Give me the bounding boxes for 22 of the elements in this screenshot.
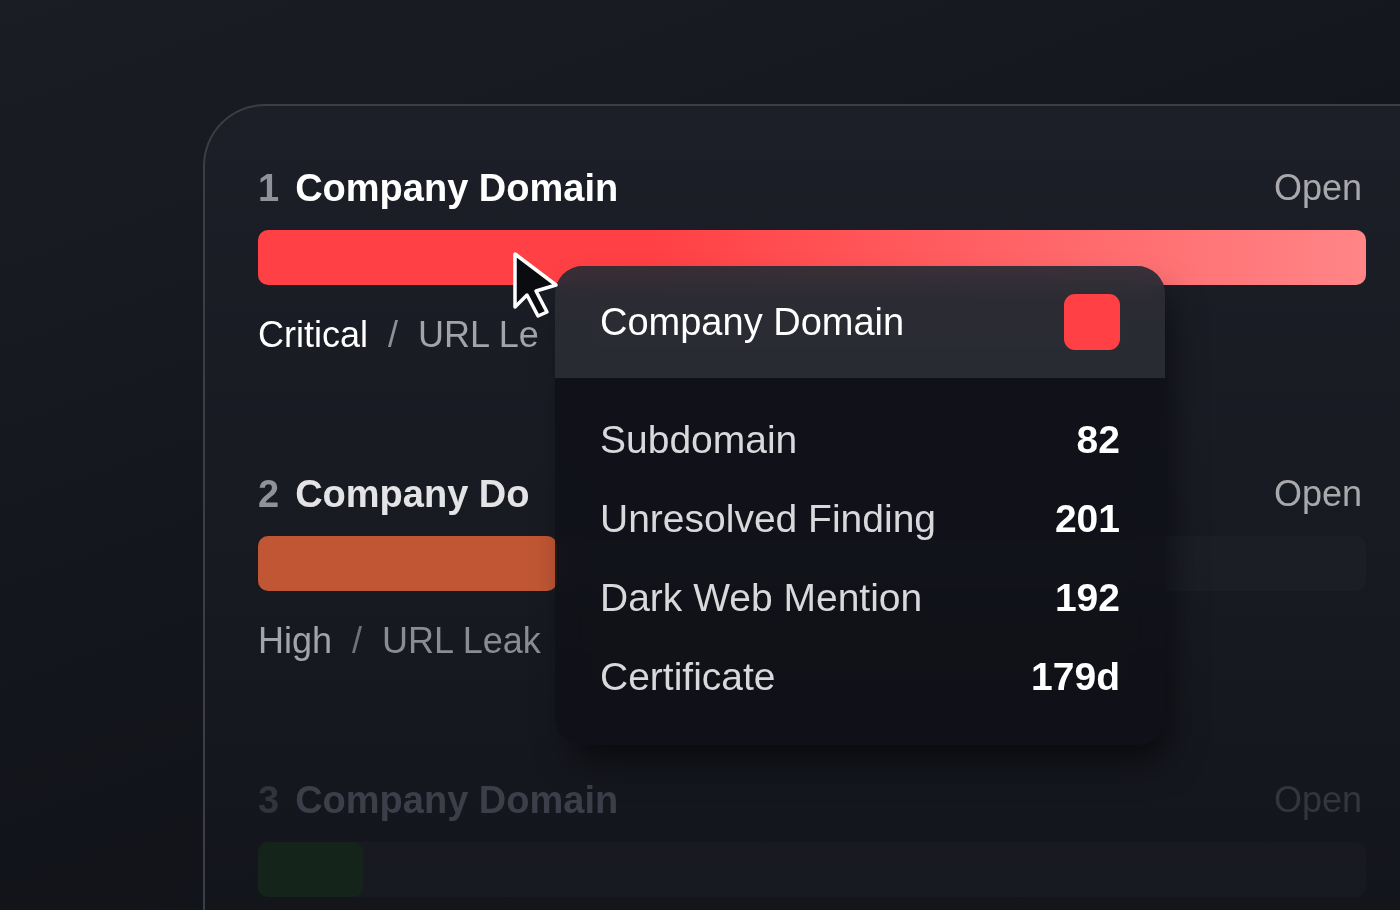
finding-title: Company Do bbox=[295, 472, 530, 516]
severity-label: Critical bbox=[258, 313, 368, 357]
cursor-icon bbox=[511, 250, 559, 320]
status-label: Open bbox=[1273, 472, 1362, 516]
stat-label: Dark Web Mention bbox=[600, 575, 923, 621]
stat-value: 179d bbox=[1031, 654, 1120, 700]
category-label: URL Le bbox=[418, 313, 539, 357]
category-label: URL Leak bbox=[382, 619, 541, 663]
finding-title: Company Domain bbox=[295, 166, 619, 210]
stat-label: Certificate bbox=[600, 654, 776, 700]
row-number: 1 bbox=[258, 166, 280, 210]
separator-text: / bbox=[388, 313, 399, 357]
stat-label: Unresolved Finding bbox=[600, 496, 936, 542]
status-label: Open bbox=[1273, 166, 1362, 210]
stat-value: 192 bbox=[1054, 575, 1120, 621]
popover-title: Company Domain bbox=[600, 300, 905, 345]
severity-label: High bbox=[258, 619, 333, 663]
stat-value: 201 bbox=[1054, 496, 1120, 542]
row-number: 2 bbox=[258, 472, 280, 516]
stat-label: Subdomain bbox=[600, 417, 798, 463]
separator-text: / bbox=[352, 619, 363, 663]
stat-value: 82 bbox=[1076, 417, 1120, 463]
